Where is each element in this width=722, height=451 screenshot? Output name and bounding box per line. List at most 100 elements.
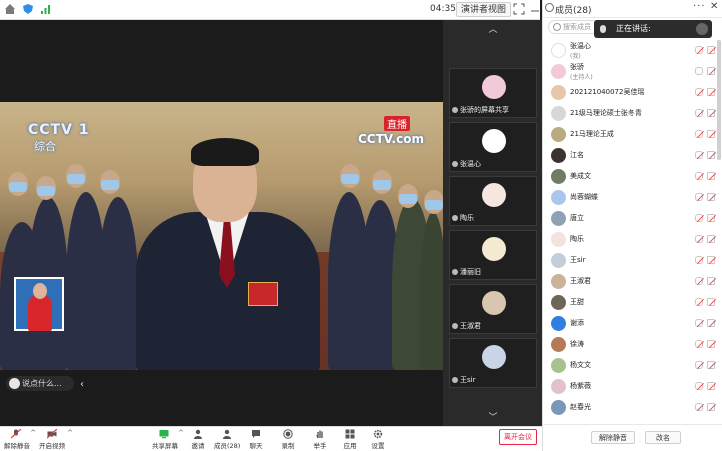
fullscreen-icon[interactable] bbox=[513, 3, 525, 15]
camera-off-icon[interactable] bbox=[707, 130, 715, 138]
mic-off-icon[interactable] bbox=[695, 46, 703, 54]
rename-label: 改名 bbox=[656, 434, 670, 442]
mic-off-icon[interactable] bbox=[695, 214, 703, 222]
more-options-icon[interactable]: ··· bbox=[693, 1, 706, 12]
mic-off-icon[interactable] bbox=[695, 382, 703, 390]
camera-off-icon[interactable] bbox=[707, 67, 715, 75]
list-item[interactable]: 美成文 bbox=[543, 166, 722, 187]
camera-off-icon[interactable] bbox=[707, 88, 715, 96]
view-mode-button[interactable]: 演讲者视图 bbox=[456, 2, 512, 17]
shared-screen-video[interactable]: CCTV 1 综合 直播 CCTV.com bbox=[0, 102, 443, 370]
mic-off-icon[interactable] bbox=[695, 172, 703, 180]
list-item[interactable]: 张温心 (我) bbox=[543, 40, 722, 61]
settings-button[interactable]: 设置 bbox=[368, 429, 388, 450]
close-icon[interactable]: ✕ bbox=[710, 1, 718, 12]
camera-off-icon[interactable] bbox=[707, 361, 715, 369]
signal-icon[interactable] bbox=[40, 3, 52, 15]
apps-icon bbox=[345, 429, 355, 439]
mic-off-icon[interactable] bbox=[695, 319, 703, 327]
list-item[interactable]: 21级马理论硕士张冬青 bbox=[543, 103, 722, 124]
participant-tile[interactable]: 陶乐 bbox=[449, 176, 537, 226]
mic-off-icon[interactable] bbox=[695, 361, 703, 369]
chevron-up-icon[interactable]: ^ bbox=[177, 429, 185, 437]
avatar bbox=[551, 379, 566, 394]
list-item[interactable]: 202121040072吴佳瑶 bbox=[543, 82, 722, 103]
minimize-icon[interactable] bbox=[529, 3, 541, 15]
avatar bbox=[482, 291, 506, 315]
chevron-left-icon[interactable]: ‹ bbox=[80, 377, 84, 392]
rename-button[interactable]: 改名 bbox=[645, 431, 681, 444]
camera-off-icon[interactable] bbox=[707, 256, 715, 264]
leave-meeting-button[interactable]: 离开会议 bbox=[499, 429, 537, 445]
mic-off-icon[interactable] bbox=[695, 298, 703, 306]
list-item[interactable]: 唐立 bbox=[543, 208, 722, 229]
participant-tile[interactable]: 潘丽旧 bbox=[449, 230, 537, 280]
mic-off-icon[interactable] bbox=[695, 403, 703, 411]
unmute-self-button[interactable]: 解除静音 bbox=[591, 431, 635, 444]
member-list-scrollbar[interactable] bbox=[717, 40, 721, 160]
list-item[interactable]: 陶乐 bbox=[543, 229, 722, 250]
strip-scroll-down-icon[interactable]: ﹀ bbox=[483, 410, 503, 423]
camera-off-icon[interactable] bbox=[707, 151, 715, 159]
list-item[interactable]: 21马理论王成 bbox=[543, 124, 722, 145]
list-item[interactable]: 杨紫薇 bbox=[543, 376, 722, 397]
camera-off-icon[interactable] bbox=[707, 319, 715, 327]
mic-off-icon[interactable] bbox=[695, 151, 703, 159]
start-video-button[interactable]: 开启视频 bbox=[39, 429, 65, 450]
camera-off-icon[interactable] bbox=[707, 298, 715, 306]
camera-off-icon[interactable] bbox=[707, 382, 715, 390]
record-button[interactable]: 录制 bbox=[278, 429, 298, 450]
camera-off-icon[interactable] bbox=[707, 214, 715, 222]
share-screen-icon[interactable] bbox=[695, 67, 703, 75]
mic-off-icon[interactable] bbox=[695, 235, 703, 243]
list-item[interactable]: 江名 bbox=[543, 145, 722, 166]
chevron-up-icon[interactable]: ^ bbox=[66, 429, 74, 437]
avatar bbox=[551, 211, 566, 226]
quick-chat-input[interactable]: 说点什么... ‹ bbox=[6, 376, 84, 391]
mic-off-icon[interactable] bbox=[695, 256, 703, 264]
list-item[interactable]: 王sir bbox=[543, 250, 722, 271]
camera-off-icon[interactable] bbox=[707, 109, 715, 117]
participant-tile[interactable]: 王淑君 bbox=[449, 284, 537, 334]
raise-hand-button[interactable]: 举手 bbox=[310, 429, 330, 450]
camera-off-icon[interactable] bbox=[707, 172, 715, 180]
mic-off-icon[interactable] bbox=[695, 193, 703, 201]
list-item[interactable]: 张骄 (主持人) bbox=[543, 61, 722, 82]
mic-off-icon[interactable] bbox=[695, 130, 703, 138]
strip-scroll-up-icon[interactable]: ︿ bbox=[483, 22, 503, 35]
camera-off-icon[interactable] bbox=[707, 340, 715, 348]
list-item[interactable]: 徐涛 bbox=[543, 334, 722, 355]
unmute-button[interactable]: 解除静音 bbox=[4, 429, 30, 450]
list-item[interactable]: 尚蓉蝴蝶 bbox=[543, 187, 722, 208]
chat-button[interactable]: 聊天 bbox=[246, 429, 266, 450]
participant-tile[interactable]: 张温心 bbox=[449, 122, 537, 172]
apps-button[interactable]: 应用 bbox=[340, 429, 360, 450]
mic-off-icon[interactable] bbox=[695, 277, 703, 285]
avatar bbox=[482, 183, 506, 207]
mic-off-icon[interactable] bbox=[695, 340, 703, 348]
unmute-self-label: 解除静音 bbox=[599, 434, 627, 442]
camera-off-icon[interactable] bbox=[707, 235, 715, 243]
camera-off-icon[interactable] bbox=[707, 277, 715, 285]
list-item[interactable]: 杨文文 bbox=[543, 355, 722, 376]
member-name: 赵春光 bbox=[570, 403, 591, 411]
shield-icon[interactable] bbox=[22, 3, 34, 15]
list-item[interactable]: 王淑君 bbox=[543, 271, 722, 292]
mic-off-icon[interactable] bbox=[695, 109, 703, 117]
invite-button[interactable]: 邀请 bbox=[188, 429, 208, 450]
list-item[interactable]: 赵春光 bbox=[543, 397, 722, 418]
participant-tile[interactable]: 张骄的屏幕共享 bbox=[449, 68, 537, 118]
list-item[interactable]: 谢添 bbox=[543, 313, 722, 334]
participant-tile[interactable]: 王sir bbox=[449, 338, 537, 388]
list-item[interactable]: 王甜 bbox=[543, 292, 722, 313]
camera-off-icon[interactable] bbox=[707, 46, 715, 54]
camera-off-icon[interactable] bbox=[707, 403, 715, 411]
avatar bbox=[551, 43, 566, 58]
camera-off-icon[interactable] bbox=[707, 193, 715, 201]
live-tag: 直播 bbox=[384, 116, 410, 131]
share-screen-button[interactable]: 共享屏幕 bbox=[152, 429, 178, 450]
home-icon[interactable] bbox=[4, 3, 16, 15]
chevron-up-icon[interactable]: ^ bbox=[29, 429, 37, 437]
mic-off-icon[interactable] bbox=[695, 88, 703, 96]
members-button[interactable]: 成员(28) bbox=[214, 429, 240, 450]
